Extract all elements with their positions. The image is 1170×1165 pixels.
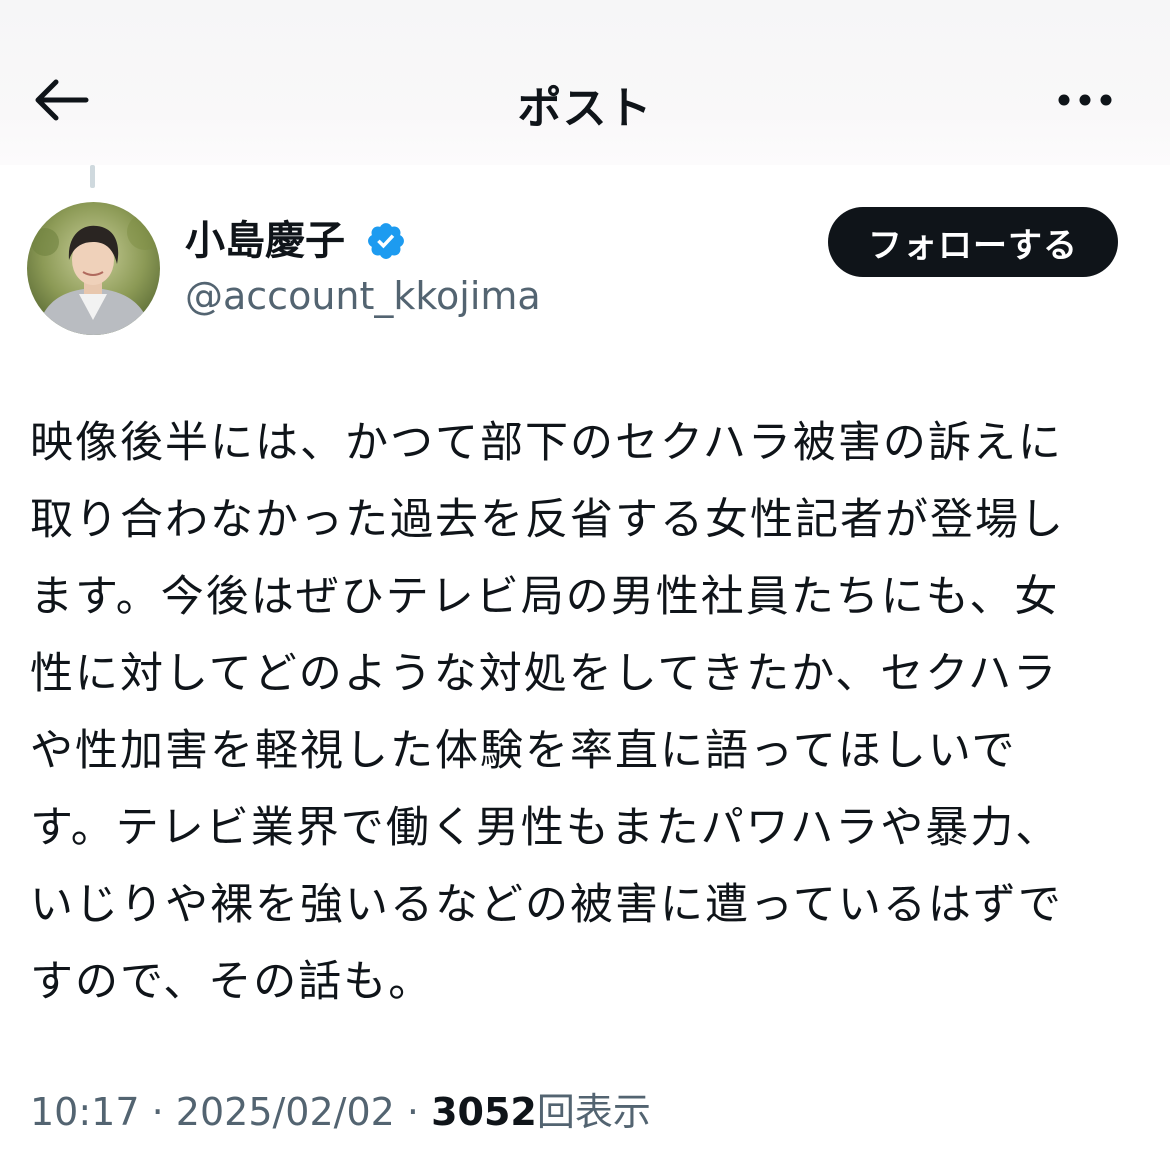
page-title: ポスト (517, 83, 653, 134)
post-text-line: や性加害を軽視した体験を率直に語ってほしいで (30, 726, 1017, 776)
post-metadata: 10:17 · 2025/02/02 · 3052回表示 (30, 1087, 651, 1137)
post-text-line: ます。今後はぜひテレビ局の男性社員たちにも、女 (30, 572, 1060, 622)
meta-separator: · (406, 1090, 420, 1134)
author-handle[interactable]: @account_kkojima (185, 271, 541, 321)
follow-button[interactable]: フォローする (828, 207, 1118, 277)
post-text-line: 性に対してどのような対処をしてきたか、セクハラ (30, 649, 1059, 699)
more-horizontal-icon (1058, 94, 1112, 106)
post-text-line: 取り合わなかった過去を反省する女性記者が登場し (30, 495, 1065, 545)
post-text-line: す。テレビ業界で働く男性もまたパワハラや暴力、 (30, 803, 1061, 853)
profile-photo (27, 202, 160, 335)
post-date[interactable]: 2025/02/02 (176, 1090, 395, 1134)
post-text: 映像後半には、かつて部下のセクハラ被害の訴えに 取り合わなかった過去を反省する女… (30, 405, 1145, 1021)
views-label: 回表示 (536, 1090, 651, 1134)
post-text-line: いじりや裸を強いるなどの被害に遭っているはずで (30, 880, 1063, 930)
avatar[interactable] (27, 202, 160, 335)
verified-badge-icon (368, 223, 404, 259)
top-navigation-bar: ポスト (0, 0, 1170, 165)
author-display-name[interactable]: 小島慶子 (185, 216, 345, 266)
views-count: 3052 (431, 1090, 537, 1134)
thread-connector-line (90, 165, 95, 188)
post-text-line: すので、その話も。 (30, 957, 434, 1007)
meta-separator: · (151, 1090, 164, 1134)
post-time[interactable]: 10:17 (30, 1090, 140, 1134)
more-options-button[interactable] (1050, 80, 1120, 120)
post-text-line: 映像後半には、かつて部下のセクハラ被害の訴えに (30, 418, 1063, 468)
